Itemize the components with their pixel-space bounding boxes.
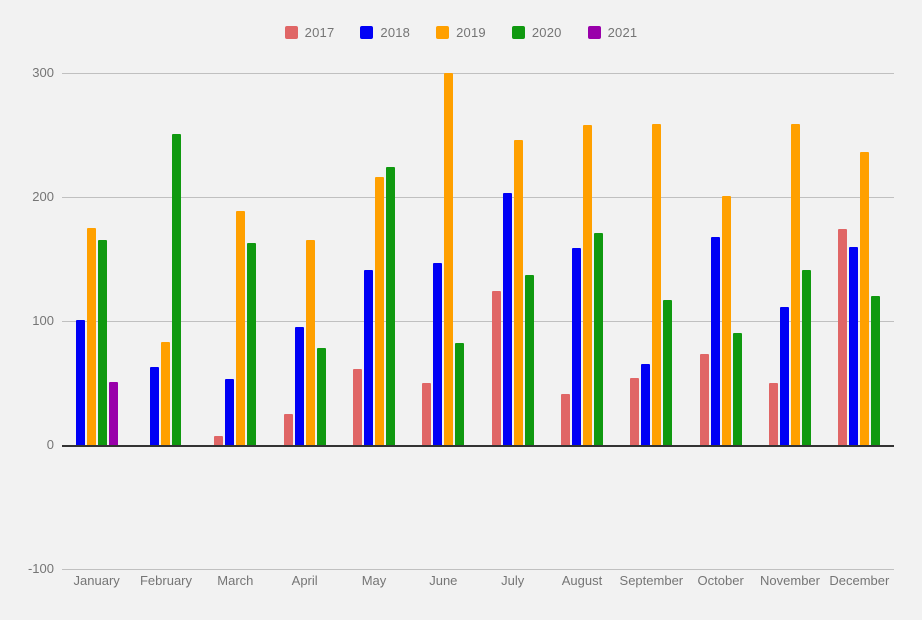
x-axis-tick-label: August (561, 573, 603, 588)
bar-group (478, 73, 547, 445)
y-axis-tick-label: 0 (46, 437, 54, 452)
legend-label: 2020 (531, 25, 562, 40)
legend-item-2017[interactable]: 2017 (284, 25, 335, 40)
bar[interactable] (524, 275, 534, 445)
bar[interactable] (560, 394, 570, 445)
bar[interactable] (582, 125, 592, 445)
bar[interactable] (108, 381, 118, 445)
x-axis-tick-label: January (73, 573, 120, 588)
bar[interactable] (150, 366, 160, 445)
bar[interactable] (860, 152, 870, 445)
x-axis-tick-label: December (829, 573, 890, 588)
legend-item-2020[interactable]: 2020 (511, 25, 562, 40)
bar-group (62, 73, 131, 445)
x-axis-tick-label: March (217, 573, 254, 588)
bar[interactable] (283, 414, 293, 445)
legend-swatch-icon (511, 26, 525, 39)
legend-label: 2018 (380, 25, 411, 40)
bar-group (131, 73, 200, 445)
plot-area (62, 73, 894, 570)
bar[interactable] (172, 133, 182, 445)
bar[interactable] (630, 378, 640, 445)
bar-group (409, 73, 478, 445)
bar[interactable] (768, 383, 778, 445)
bar[interactable] (502, 193, 512, 445)
legend-label: 2017 (304, 25, 335, 40)
bar[interactable] (871, 296, 881, 445)
bar[interactable] (305, 240, 315, 445)
bar[interactable] (571, 247, 581, 445)
bar-group (825, 73, 894, 445)
gridline (62, 569, 894, 570)
legend-swatch-icon (360, 26, 374, 39)
bar[interactable] (236, 210, 246, 445)
legend-swatch-icon (284, 26, 298, 39)
bar-group (547, 73, 616, 445)
bar[interactable] (838, 229, 848, 445)
bar[interactable] (790, 123, 800, 445)
bar[interactable] (214, 436, 224, 445)
bar-group (686, 73, 755, 445)
bar[interactable] (363, 270, 373, 445)
bar[interactable] (593, 232, 603, 445)
bar[interactable] (721, 195, 731, 445)
bar[interactable] (97, 240, 107, 445)
legend-label: 2019 (456, 25, 486, 40)
bar[interactable] (513, 139, 523, 445)
bar-group (617, 73, 686, 445)
legend-item-2021[interactable]: 2021 (587, 25, 638, 40)
bar[interactable] (732, 333, 742, 445)
y-axis-tick-label: 200 (32, 189, 54, 204)
bar[interactable] (433, 262, 443, 445)
bar[interactable] (352, 369, 362, 445)
bar-groups (62, 73, 894, 569)
bar[interactable] (699, 354, 709, 445)
bar[interactable] (75, 319, 85, 445)
y-axis-tick-label: 300 (32, 65, 54, 80)
bar-group (270, 73, 339, 445)
bar[interactable] (455, 343, 465, 445)
bar-group (755, 73, 824, 445)
bar-chart: 2017 2018 2019 2020 2021 300 200 100 0 -100 Janu… (0, 0, 922, 620)
bar[interactable] (161, 342, 171, 445)
x-axis-labels: January February March April May June July Augu… (62, 573, 894, 597)
x-axis-tick-label: June (429, 573, 458, 588)
x-axis-tick-label: April (291, 573, 318, 588)
bar[interactable] (652, 123, 662, 445)
bar[interactable] (385, 167, 395, 445)
bar-group (339, 73, 408, 445)
x-axis-tick-label: November (760, 573, 820, 588)
bar[interactable] (491, 291, 501, 445)
bar[interactable] (422, 383, 432, 445)
bar[interactable] (444, 73, 454, 445)
bar[interactable] (801, 270, 811, 445)
x-axis-tick-label: May (361, 573, 387, 588)
x-axis-tick-label: September (619, 573, 684, 588)
bar[interactable] (779, 307, 789, 445)
x-axis-tick-label: July (501, 573, 525, 588)
x-axis-tick-label: February (139, 573, 193, 588)
x-axis-tick-label: October (697, 573, 744, 588)
bar[interactable] (641, 364, 651, 445)
bar[interactable] (316, 348, 326, 445)
chart-legend: 2017 2018 2019 2020 2021 (0, 26, 922, 39)
legend-item-2018[interactable]: 2018 (360, 26, 410, 39)
bar[interactable] (374, 177, 384, 445)
bar[interactable] (710, 236, 720, 445)
bar[interactable] (663, 299, 673, 445)
bar[interactable] (225, 379, 235, 445)
bar[interactable] (247, 242, 257, 445)
legend-label: 2021 (607, 25, 638, 40)
bar[interactable] (849, 246, 859, 445)
legend-swatch-icon (436, 26, 450, 39)
y-axis-tick-label: -100 (27, 561, 54, 576)
bar[interactable] (86, 228, 96, 445)
legend-item-2019[interactable]: 2019 (436, 26, 486, 39)
y-axis-tick-label: 100 (32, 313, 54, 328)
legend-swatch-icon (587, 26, 601, 39)
bar[interactable] (294, 327, 304, 445)
bar-group (201, 73, 270, 445)
